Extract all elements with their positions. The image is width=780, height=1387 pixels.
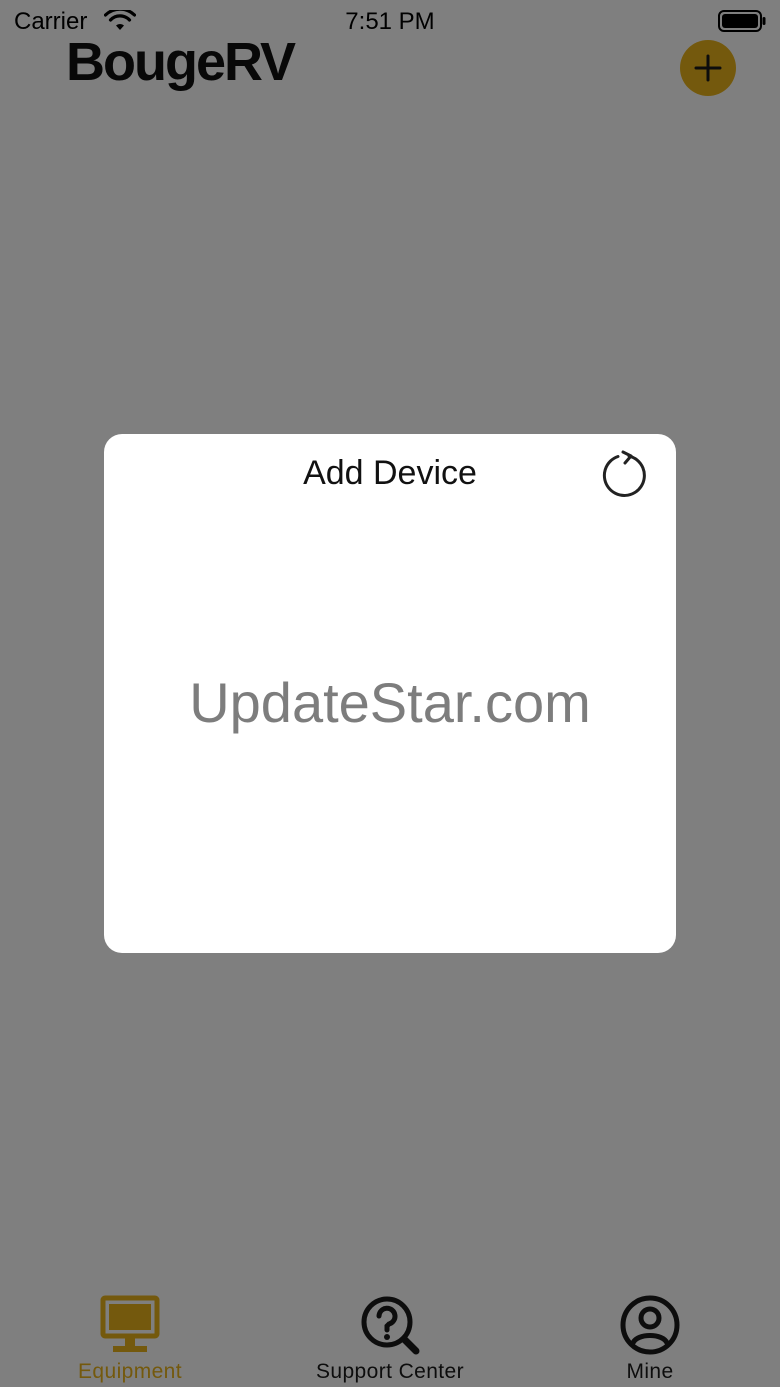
dialog-title: Add Device	[303, 454, 477, 492]
refresh-icon	[602, 450, 646, 497]
add-device-dialog: Add Device UpdateStar.com	[104, 434, 676, 953]
app-screen: Carrier 7:51 PM BougeRV Eq	[0, 0, 780, 1387]
watermark-text: UpdateStar.com	[189, 671, 591, 734]
refresh-button[interactable]	[596, 448, 652, 504]
